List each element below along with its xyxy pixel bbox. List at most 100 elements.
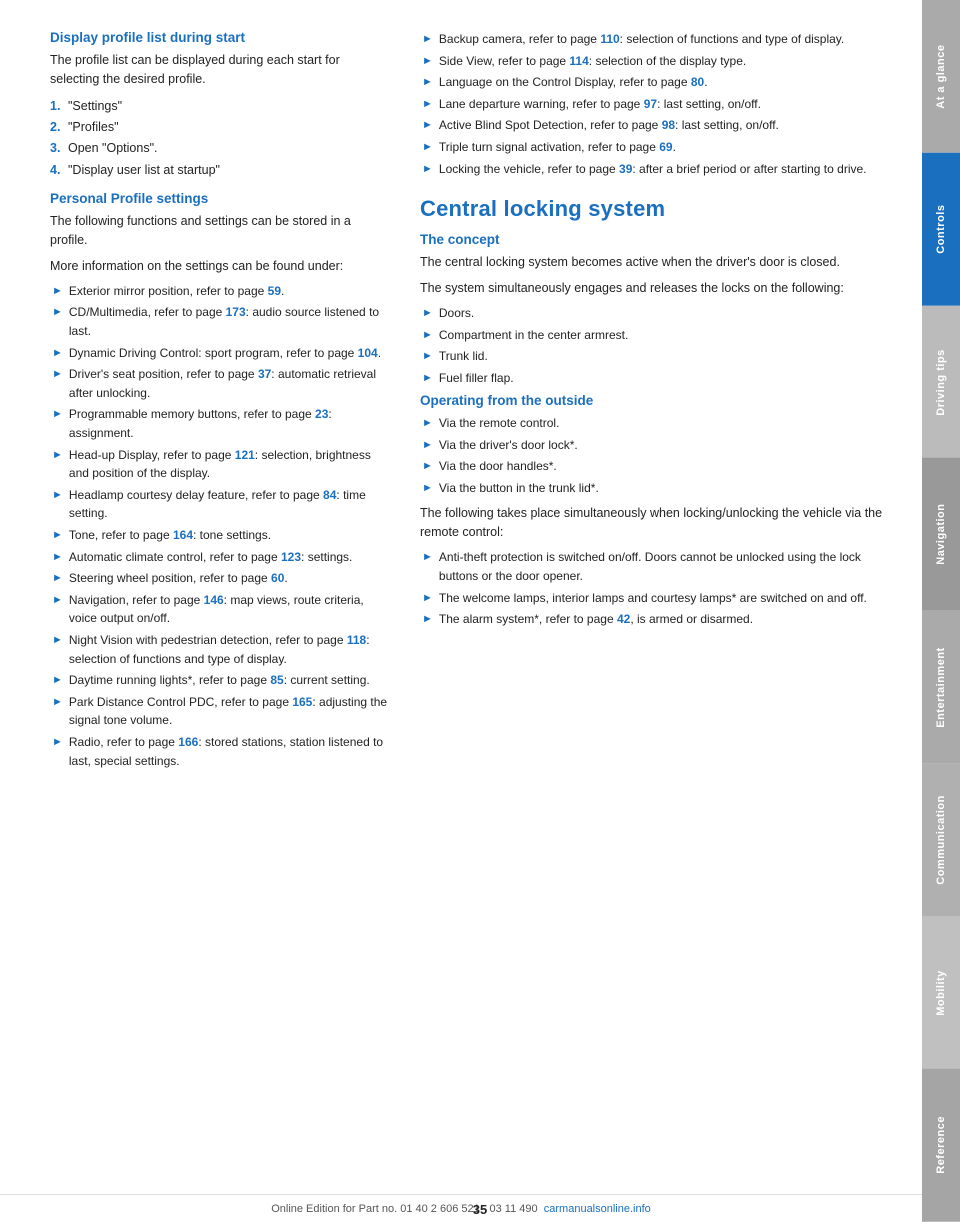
step-2-text: "Profiles" (68, 117, 119, 138)
bullet-text: Via the remote control. (439, 414, 560, 433)
page-link[interactable]: 173 (226, 305, 246, 319)
bullet-text: Headlamp courtesy delay feature, refer t… (69, 486, 390, 523)
page-link[interactable]: 84 (323, 488, 336, 502)
bullet-text: Via the button in the trunk lid*. (439, 479, 599, 498)
list-item: ►Radio, refer to page 166: stored statio… (50, 733, 390, 770)
bullet-arrow-icon: ► (422, 549, 433, 585)
bullet-arrow-icon: ► (52, 487, 63, 523)
sidebar-tab-navigation[interactable]: Navigation (922, 458, 960, 611)
bullet-text: CD/Multimedia, refer to page 173: audio … (69, 303, 390, 340)
bullet-text: Steering wheel position, refer to page 6… (69, 569, 288, 588)
bullet-arrow-icon: ► (422, 327, 433, 345)
right-top-bullets: ►Backup camera, refer to page 110: selec… (420, 30, 892, 178)
step-4-text: "Display user list at startup" (68, 160, 220, 181)
sidebar-tab-controls[interactable]: Controls (922, 153, 960, 306)
step-4-num: 4. (50, 160, 64, 181)
list-item: ►Head-up Display, refer to page 121: sel… (50, 446, 390, 483)
page-link[interactable]: 98 (662, 118, 675, 132)
page-link[interactable]: 37 (258, 367, 271, 381)
operating-subtitle: Operating from the outside (420, 393, 892, 408)
list-item: ►Daytime running lights*, refer to page … (50, 671, 390, 690)
page-link[interactable]: 42 (617, 612, 630, 626)
bullet-arrow-icon: ► (52, 304, 63, 340)
bullet-arrow-icon: ► (52, 406, 63, 442)
bullet-text: Language on the Control Display, refer t… (439, 73, 708, 92)
bullet-arrow-icon: ► (52, 345, 63, 363)
concept-body1: The central locking system becomes activ… (420, 253, 892, 272)
step-3-num: 3. (50, 138, 64, 159)
step-3: 3. Open "Options". (50, 138, 390, 159)
step-2: 2. "Profiles" (50, 117, 390, 138)
steps-list: 1. "Settings" 2. "Profiles" 3. Open "Opt… (50, 96, 390, 181)
page-link[interactable]: 39 (619, 162, 632, 176)
page-link[interactable]: 104 (358, 346, 378, 360)
section2-body1: The following functions and settings can… (50, 212, 390, 251)
page-link[interactable]: 69 (659, 140, 672, 154)
section2-body2: More information on the settings can be … (50, 257, 390, 276)
page-link[interactable]: 80 (691, 75, 704, 89)
page-link[interactable]: 118 (347, 633, 366, 647)
list-item: ►Fuel filler flap. (420, 369, 892, 388)
bullet-arrow-icon: ► (422, 31, 433, 49)
bullet-text: Park Distance Control PDC, refer to page… (69, 693, 390, 730)
footer-text: Online Edition for Part no. 01 40 2 606 … (271, 1203, 537, 1215)
bullet-text: Driver's seat position, refer to page 37… (69, 365, 390, 402)
bullet-arrow-icon: ► (422, 305, 433, 323)
bullet-text: Dynamic Driving Control: sport program, … (69, 344, 381, 363)
page-link[interactable]: 164 (173, 528, 193, 542)
step-2-num: 2. (50, 117, 64, 138)
bullet-arrow-icon: ► (422, 348, 433, 366)
page-link[interactable]: 97 (644, 97, 657, 111)
bullet-arrow-icon: ► (422, 415, 433, 433)
bullet-arrow-icon: ► (422, 437, 433, 455)
sidebar-tab-communication[interactable]: Communication (922, 764, 960, 917)
section2-title: Personal Profile settings (50, 191, 390, 206)
page-link[interactable]: 123 (281, 550, 301, 564)
list-item: ►Language on the Control Display, refer … (420, 73, 892, 92)
sidebar-tab-driving-tips[interactable]: Driving tips (922, 306, 960, 459)
page-link[interactable]: 59 (268, 284, 281, 298)
page-link[interactable]: 121 (235, 448, 255, 462)
page-link[interactable]: 23 (315, 407, 328, 421)
list-item: ►Tone, refer to page 164: tone settings. (50, 526, 390, 545)
operating-body: The following takes place simultaneously… (420, 504, 892, 543)
list-item: ►Night Vision with pedestrian detection,… (50, 631, 390, 668)
list-item: ►Navigation, refer to page 146: map view… (50, 591, 390, 628)
profile-settings-list: ►Exterior mirror position, refer to page… (50, 282, 390, 770)
list-item: ► Dynamic Driving Control: sport program,… (50, 344, 390, 363)
bullet-text: Compartment in the center armrest. (439, 326, 628, 345)
list-item: ►Automatic climate control, refer to pag… (50, 548, 390, 567)
concept-subtitle: The concept (420, 232, 892, 247)
sidebar-tab-mobility[interactable]: Mobility (922, 917, 960, 1070)
bullet-arrow-icon: ► (422, 611, 433, 629)
list-item: ►Driver's seat position, refer to page 3… (50, 365, 390, 402)
step-1-num: 1. (50, 96, 64, 117)
list-item: ► Via the remote control. (420, 414, 892, 433)
sidebar-tab-at-a-glance[interactable]: At a glance (922, 0, 960, 153)
list-item: ► Steering wheel position, refer to page … (50, 569, 390, 588)
bullet-arrow-icon: ► (422, 161, 433, 179)
list-item: ►Via the button in the trunk lid*. (420, 479, 892, 498)
bullet-text: Triple turn signal activation, refer to … (439, 138, 676, 157)
sidebar-tab-reference[interactable]: Reference (922, 1069, 960, 1222)
list-item: ►Doors. (420, 304, 892, 323)
page-link[interactable]: 114 (569, 54, 588, 68)
bullet-arrow-icon: ► (52, 592, 63, 628)
page-link[interactable]: 60 (271, 571, 284, 585)
bullet-arrow-icon: ► (52, 632, 63, 668)
bullet-arrow-icon: ► (52, 570, 63, 588)
page-link[interactable]: 85 (270, 673, 283, 687)
bullet-text: Trunk lid. (439, 347, 488, 366)
sidebar-tab-entertainment[interactable]: Entertainment (922, 611, 960, 764)
bullet-text: Automatic climate control, refer to page… (69, 548, 353, 567)
list-item: ►Triple turn signal activation, refer to… (420, 138, 892, 157)
page-link[interactable]: 166 (178, 735, 198, 749)
list-item: ► Compartment in the center armrest. (420, 326, 892, 345)
list-item: ► Trunk lid. (420, 347, 892, 366)
bullet-text: Lane departure warning, refer to page 97… (439, 95, 761, 114)
page-link[interactable]: 110 (600, 32, 619, 46)
operating-bullets-top: ►Via the remote control.►Via the driver'… (420, 414, 892, 497)
page-link[interactable]: 146 (204, 593, 224, 607)
section1-body: The profile list can be displayed during… (50, 51, 390, 90)
page-link[interactable]: 165 (292, 695, 312, 709)
